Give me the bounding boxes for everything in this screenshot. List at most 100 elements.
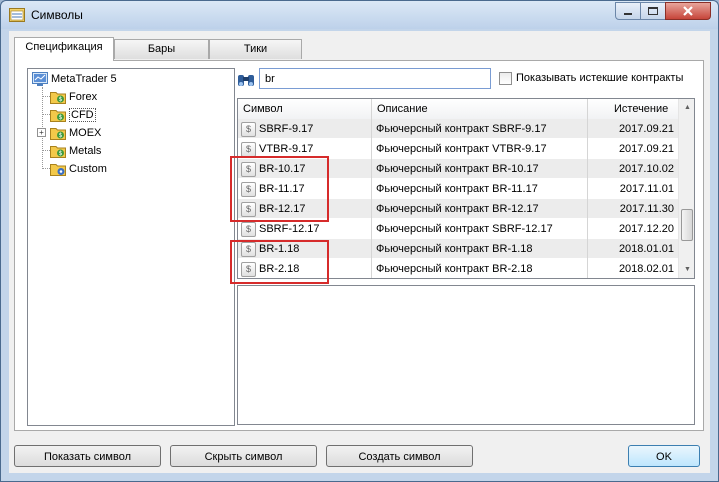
column-header-description[interactable]: Описание: [372, 99, 588, 119]
close-button[interactable]: [665, 2, 711, 20]
tree-item-cfd[interactable]: $ CFD: [50, 107, 96, 123]
description-cell: Фьючерсный контракт BR-12.17: [372, 199, 588, 219]
symbols-window: Символы Спецификация Бары Тики MetaTrade…: [0, 0, 719, 482]
expand-icon[interactable]: +: [37, 128, 46, 137]
folder-dollar-icon: $: [50, 144, 66, 159]
tree-line: [42, 96, 50, 97]
tree-line: [42, 150, 50, 151]
expiration-cell: 2018.02.01: [618, 263, 674, 275]
description-cell: Фьючерсный контракт SBRF-12.17: [372, 219, 588, 239]
show-expired-checkbox[interactable]: [499, 72, 512, 85]
dollar-icon: $: [241, 161, 256, 177]
minimize-button[interactable]: [615, 2, 641, 20]
dollar-icon: $: [241, 181, 256, 197]
maximize-icon: [648, 7, 658, 15]
description-cell: Фьючерсный контракт BR-10.17: [372, 159, 588, 179]
hide-symbol-button[interactable]: Скрыть символ: [170, 445, 317, 467]
symbol-tree: MetaTrader 5 $ Forex $ CFD + $ MOEX $ Me…: [27, 68, 235, 426]
symbol-text: SBRF-12.17: [259, 223, 320, 235]
dollar-icon: $: [241, 141, 256, 157]
window-title: Символы: [31, 8, 83, 22]
tree-line: [42, 114, 50, 115]
show-symbol-button[interactable]: Показать символ: [14, 445, 161, 467]
tree-line: [42, 168, 50, 169]
create-symbol-button[interactable]: Создать символ: [326, 445, 473, 467]
column-header-symbol[interactable]: Символ: [238, 99, 372, 119]
dollar-icon: $: [241, 121, 256, 137]
expiration-cell: 2017.12.20: [618, 223, 674, 235]
symbol-cell: $ BR-12.17: [238, 199, 372, 219]
scroll-up-icon[interactable]: ▲: [679, 99, 694, 116]
tab-specification[interactable]: Спецификация: [14, 37, 114, 61]
dollar-icon: $: [241, 261, 256, 277]
symbols-table: Символ Описание Истечение $ SBRF-9.17 Фью…: [237, 98, 695, 279]
symbol-cell: $ SBRF-9.17: [238, 119, 372, 139]
expiration-cell: 2017.09.21: [618, 143, 674, 155]
symbol-text: VTBR-9.17: [259, 143, 314, 155]
metatrader-icon: [32, 72, 48, 87]
table-header: Символ Описание Истечение: [238, 99, 678, 120]
table-row[interactable]: $ SBRF-12.17 Фьючерсный контракт SBRF-12.…: [238, 219, 678, 239]
search-input[interactable]: [259, 68, 491, 89]
show-expired-label: Показывать истекшие контракты: [516, 72, 684, 84]
expiration-cell: 2017.11.30: [619, 203, 674, 215]
symbol-text: BR-2.18: [259, 263, 300, 275]
app-icon: [9, 8, 25, 22]
tree-item-moex[interactable]: $ MOEX: [50, 125, 101, 141]
tree-item-metals[interactable]: $ Metals: [50, 143, 101, 159]
symbol-text: BR-1.18: [259, 243, 300, 255]
table-row[interactable]: $ BR-2.18 Фьючерсный контракт BR-2.18 201…: [238, 259, 678, 278]
svg-text:$: $: [59, 132, 63, 139]
title-bar[interactable]: Символы: [1, 1, 718, 29]
symbol-details-panel: [237, 285, 695, 425]
expiration-cell: 2017.11.01: [619, 183, 674, 195]
table-row[interactable]: $ VTBR-9.17 Фьючерсный контракт VTBR-9.17…: [238, 139, 678, 159]
description-cell: Фьючерсный контракт VTBR-9.17: [372, 139, 588, 159]
symbol-cell: $ SBRF-12.17: [238, 219, 372, 239]
table-row[interactable]: $ BR-10.17 Фьючерсный контракт BR-10.17 2…: [238, 159, 678, 179]
tab-bars[interactable]: Бары: [114, 39, 209, 59]
svg-text:$: $: [59, 96, 63, 103]
tab-ticks[interactable]: Тики: [209, 39, 302, 59]
symbol-text: BR-11.17: [259, 183, 305, 195]
folder-dollar-icon: $: [50, 108, 66, 123]
ok-button[interactable]: OK: [628, 445, 700, 467]
tree-item-label: CFD: [69, 108, 96, 123]
description-cell: Фьючерсный контракт SBRF-9.17: [372, 119, 588, 139]
table-row[interactable]: $ BR-11.17 Фьючерсный контракт BR-11.17 2…: [238, 179, 678, 199]
table-scrollbar[interactable]: ▲ ▼: [678, 99, 694, 278]
close-icon: [683, 6, 693, 16]
symbol-text: SBRF-9.17: [259, 123, 314, 135]
svg-text:$: $: [59, 114, 63, 121]
tree-item-label: MOEX: [69, 127, 102, 140]
table-row[interactable]: $ BR-1.18 Фьючерсный контракт BR-1.18 201…: [238, 239, 678, 259]
tree-root-label: MetaTrader 5: [51, 73, 117, 86]
dollar-icon: $: [241, 201, 256, 217]
expiration-cell: 2017.09.21: [618, 123, 674, 135]
tree-item-custom[interactable]: Custom: [50, 161, 107, 177]
symbol-cell: $ BR-2.18: [238, 259, 372, 278]
symbol-cell: $ VTBR-9.17: [238, 139, 372, 159]
description-cell: Фьючерсный контракт BR-1.18: [372, 239, 588, 259]
scroll-thumb[interactable]: [681, 209, 693, 241]
folder-custom-icon: [50, 162, 66, 177]
table-row[interactable]: $ BR-12.17 Фьючерсный контракт BR-12.17 2…: [238, 199, 678, 219]
dialog-client: Спецификация Бары Тики MetaTrader 5 $ Fo…: [9, 31, 710, 473]
symbol-cell: $ BR-10.17: [238, 159, 372, 179]
minimize-icon: [624, 13, 632, 15]
symbol-text: BR-12.17: [259, 203, 306, 215]
table-row[interactable]: $ SBRF-9.17 Фьючерсный контракт SBRF-9.17…: [238, 119, 678, 139]
scroll-down-icon[interactable]: ▼: [679, 261, 694, 278]
expiration-cell: 2017.10.02: [618, 163, 674, 175]
folder-dollar-icon: $: [50, 126, 66, 141]
svg-text:$: $: [59, 150, 63, 157]
tree-item-label: Forex: [69, 91, 98, 104]
dollar-icon: $: [241, 241, 256, 257]
expiration-cell: 2018.01.01: [618, 243, 674, 255]
maximize-button[interactable]: [640, 2, 666, 20]
tree-item-metatrader[interactable]: MetaTrader 5: [32, 71, 117, 87]
symbol-cell: $ BR-11.17: [238, 179, 372, 199]
column-header-expiration[interactable]: Истечение: [588, 99, 678, 119]
description-cell: Фьючерсный контракт BR-11.17: [372, 179, 588, 199]
tree-item-forex[interactable]: $ Forex: [50, 89, 97, 105]
